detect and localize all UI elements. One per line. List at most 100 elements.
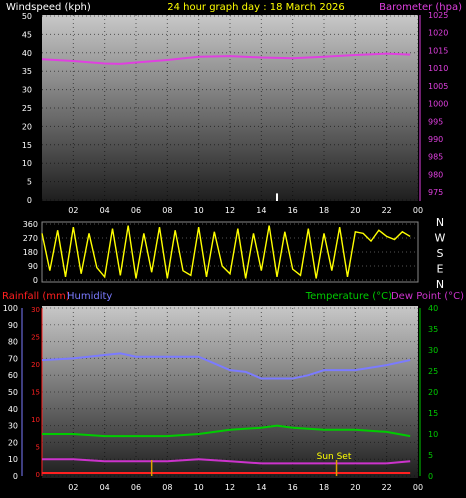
y2-tick-label: 975: [428, 188, 443, 197]
dew-point-axis-title: Dew Point (°C): [391, 291, 464, 302]
rainfall-tick-label: 20: [31, 361, 40, 369]
compass-tick-label: S: [437, 247, 444, 260]
humidity-tick-label: 30: [8, 422, 18, 431]
compass-tick-label: W: [435, 232, 446, 245]
x-tick-label: 12: [225, 483, 235, 492]
graph-title: 24 hour graph day : 18 March 2026: [167, 2, 345, 13]
y2-tick-label: 1005: [428, 82, 448, 91]
y-tick-label: 30: [22, 86, 32, 95]
temperature-tick-label: 5: [428, 451, 433, 460]
y2-tick-label: 985: [428, 153, 443, 162]
temperature-tick-label: 35: [428, 325, 438, 334]
humidity-tick-label: 80: [8, 338, 18, 347]
x-tick-label: 08: [162, 483, 172, 492]
humidity-tick-label: 90: [8, 321, 18, 330]
compass-tick-label: E: [437, 263, 444, 276]
x-tick-label: 18: [319, 206, 329, 215]
humidity-tick-label: 50: [8, 388, 18, 397]
rainfall-tick-label: 15: [31, 388, 40, 396]
temperature-ticks: 0 5 10 15 20 25 30 35 40: [419, 304, 438, 481]
x-tick-label: 14: [256, 483, 266, 492]
compass-tick-label: N: [436, 278, 444, 291]
x-tick-label: 16: [288, 483, 298, 492]
temperature-tick-label: 15: [428, 409, 438, 418]
direction-tick-label: 0: [33, 276, 38, 285]
temperature-axis-title: Temperature (°C): [305, 291, 392, 302]
x-tick-label: 10: [194, 206, 204, 215]
x-tick-label: 20: [350, 483, 360, 492]
direction-tick-label: 360: [23, 220, 38, 229]
x-tick-label: 06: [131, 483, 141, 492]
temperature-tick-label: 0: [428, 472, 433, 481]
y2-tick-label: 990: [428, 135, 443, 144]
rainfall-ticks: 0 5 10 15 20 25 30: [31, 306, 43, 479]
x-tick-label: 02: [68, 206, 78, 215]
x-tick-label: 04: [100, 206, 110, 215]
y-tick-label: 5: [27, 178, 32, 187]
temperature-tick-label: 20: [428, 388, 438, 397]
humidity-tick-label: 100: [3, 304, 18, 313]
direction-tick-label: 180: [23, 248, 38, 257]
y2-tick-label: 1015: [428, 46, 448, 55]
humidity-tick-label: 20: [8, 438, 18, 447]
y2-tick-label: 980: [428, 170, 443, 179]
temperature-tick-label: 40: [428, 304, 438, 313]
y-tick-label: 45: [22, 30, 32, 39]
rainfall-tick-label: 30: [31, 306, 40, 314]
y-tick-label: 10: [22, 159, 32, 168]
sun-set-label: Sun Set: [317, 452, 352, 462]
x-tick-label: 22: [382, 206, 392, 215]
rainfall-axis-title: Rainfall (mm): [2, 291, 70, 302]
humidity-tick-label: 70: [8, 354, 18, 363]
direction-tick-label: 270: [23, 234, 38, 243]
direction-tick-label: 90: [28, 262, 38, 271]
y2-tick-label: 1010: [428, 64, 448, 73]
rainfall-tick-label: 0: [36, 471, 40, 479]
y-tick-label: 50: [22, 12, 32, 21]
y2-tick-label: 1025: [428, 11, 448, 20]
humidity-tick-label: 60: [8, 371, 18, 380]
rainfall-tick-label: 25: [31, 333, 40, 341]
humidity-tick-label: 0: [13, 472, 18, 481]
x-tick-label: 04: [100, 483, 110, 492]
x-tick-label: 08: [162, 206, 172, 215]
x-tick-label: 06: [131, 206, 141, 215]
direction-degree-ticks: 0 90 180 270 360: [23, 220, 38, 285]
y-tick-label: 20: [22, 122, 32, 131]
x-tick-label: 16: [288, 206, 298, 215]
compass-tick-label: N: [436, 216, 444, 229]
x-tick-label: 10: [194, 483, 204, 492]
x-tick-label: 02: [68, 483, 78, 492]
x-tick-label: 12: [225, 206, 235, 215]
y-tick-label: 25: [22, 104, 32, 113]
windspeed-ticks: 0 5 10 15 20 25 30 35 40 45 50: [22, 12, 32, 205]
y2-tick-label: 1000: [428, 100, 448, 109]
temperature-tick-label: 30: [428, 346, 438, 355]
x-tick-label: 22: [382, 483, 392, 492]
rainfall-tick-label: 5: [36, 443, 40, 451]
y-tick-label: 40: [22, 49, 32, 58]
panel-3-x-ticks: 02 04 06 08 10 12 14 16 18 20 22 00: [68, 483, 423, 492]
x-tick-label: 14: [256, 206, 266, 215]
temperature-tick-label: 10: [428, 430, 438, 439]
y-tick-label: 0: [27, 196, 32, 205]
y2-tick-label: 1020: [428, 29, 448, 38]
humidity-tick-label: 10: [8, 455, 18, 464]
barometer-ticks: 975 980 985 990 995 1000 1005 1010 1015 1020 1025: [419, 11, 448, 201]
humidity-axis-title: Humidity: [67, 291, 112, 302]
y-tick-label: 35: [22, 67, 32, 76]
weather-graph: Windspeed (kph) 24 hour graph day : 18 M…: [2, 2, 464, 492]
windspeed-axis-title: Windspeed (kph): [6, 2, 91, 13]
x-tick-label: 00: [413, 483, 423, 492]
humidity-tick-label: 40: [8, 405, 18, 414]
barometer-axis-title: Barometer (hpa): [379, 2, 462, 13]
humidity-ticks: 0 10 20 30 40 50 60 70 80 90 100: [3, 304, 23, 481]
x-tick-label: 20: [350, 206, 360, 215]
direction-compass-ticks: NWSEN: [435, 216, 446, 291]
temperature-tick-label: 25: [428, 367, 438, 376]
panel-1-x-ticks: 02 04 06 08 10 12 14 16 18 20 22 00: [68, 206, 423, 215]
x-tick-label: 00: [413, 206, 423, 215]
x-tick-label: 18: [319, 483, 329, 492]
y-tick-label: 15: [22, 141, 32, 150]
y2-tick-label: 995: [428, 117, 443, 126]
